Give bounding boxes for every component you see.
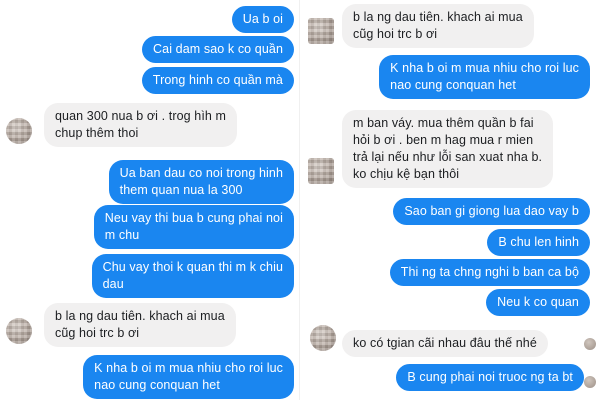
message-bubble-outgoing[interactable]: Ua b oi: [231, 6, 294, 33]
message-bubble-incoming[interactable]: ko có tgian cãi nhau đâu thế nhé: [342, 330, 548, 357]
contact-avatar[interactable]: [310, 325, 336, 351]
message-bubble-outgoing[interactable]: Thi ng ta chng nghi b ban ca bộ: [389, 259, 590, 286]
seen-receipt-icon: [584, 376, 596, 388]
contact-avatar[interactable]: [308, 158, 334, 184]
message-bubble-outgoing[interactable]: B chu len hinh: [487, 229, 590, 256]
message-bubble-outgoing[interactable]: K nha b oi m mua nhiu cho roi luc nao cu…: [379, 55, 590, 99]
message-bubble-outgoing[interactable]: Trong hinh co quần mà: [141, 67, 294, 94]
message-bubble-incoming[interactable]: b la ng dau tiên. khach ai mua cũg hoi t…: [342, 4, 534, 48]
message-bubble-outgoing[interactable]: Neu vay thi bua b cung phai noi m chu: [93, 205, 294, 249]
contact-avatar[interactable]: [308, 18, 334, 44]
message-bubble-outgoing[interactable]: Cai dam sao k co quần: [142, 36, 294, 63]
message-bubble-outgoing[interactable]: Ua ban dau co noi trong hinh them quan n…: [108, 160, 294, 204]
message-bubble-outgoing[interactable]: Neu k co quan: [486, 289, 590, 316]
message-bubble-incoming[interactable]: b la ng dau tiên. khach ai mua cũg hoi t…: [44, 303, 236, 347]
seen-receipt-icon: [584, 338, 596, 350]
message-bubble-outgoing[interactable]: B cung phai noi truoc ng ta bt: [396, 364, 584, 391]
message-bubble-outgoing[interactable]: K nha b oi m mua nhiu cho roi luc nao cu…: [83, 355, 294, 399]
message-bubble-outgoing[interactable]: Chu vay thoi k quan thi m k chiu dau: [91, 254, 294, 298]
contact-avatar[interactable]: [6, 318, 32, 344]
left-chat-panel: Ua b oi Cai dam sao k co quần Trong hinh…: [0, 0, 300, 400]
message-bubble-incoming[interactable]: m ban váy. mua thêm quần b fai hỏi b ơi …: [342, 110, 554, 188]
right-chat-panel: b la ng dau tiên. khach ai mua cũg hoi t…: [300, 0, 600, 400]
message-bubble-outgoing[interactable]: Sao ban gi giong lua dao vay b: [393, 198, 590, 225]
contact-avatar[interactable]: [6, 118, 32, 144]
message-bubble-incoming[interactable]: quan 300 nua b ơi . trog hìh m chup thêm…: [44, 103, 238, 147]
